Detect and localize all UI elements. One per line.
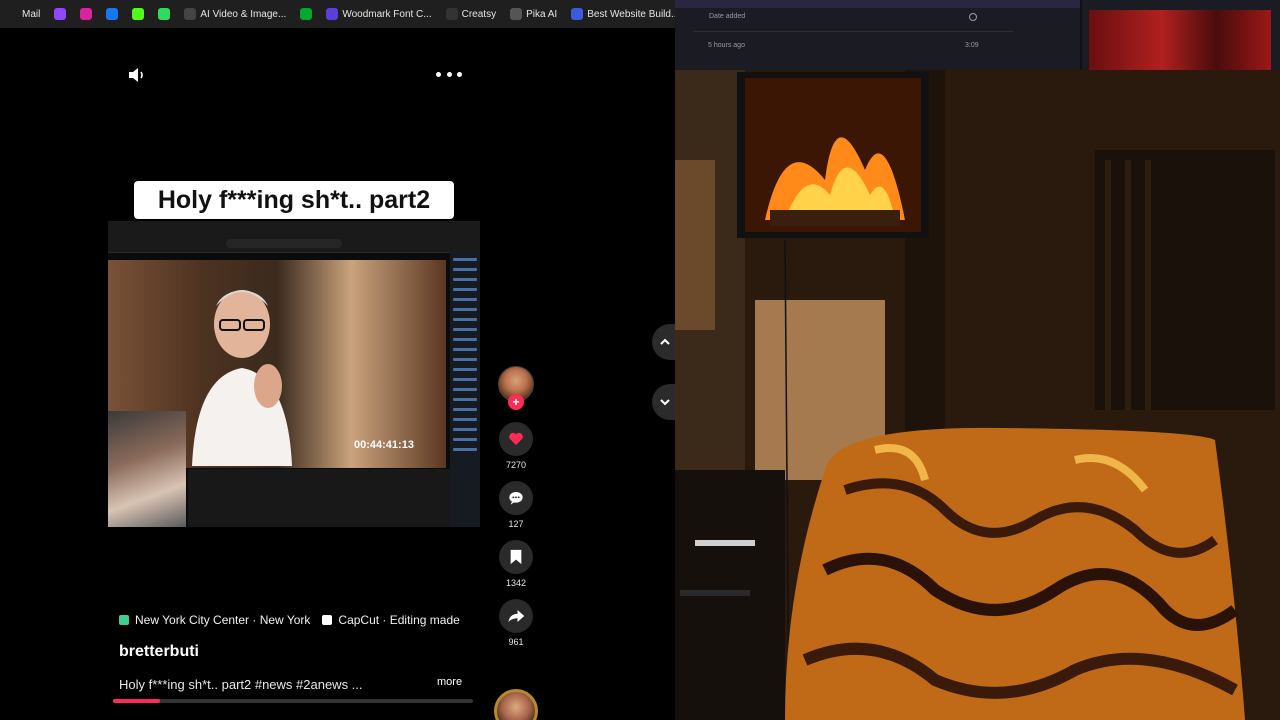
- bookmark-label: Woodmark Font C...: [342, 8, 432, 20]
- bookmark-item[interactable]: [296, 4, 316, 24]
- location-icon: [119, 615, 129, 625]
- share-count: 961: [508, 637, 524, 647]
- bookmark-label: AI Video & Image...: [200, 8, 287, 20]
- playlist-strip: Date added 5 hours ago 3:09: [675, 0, 1280, 70]
- embedded-browser-bar: [108, 221, 480, 253]
- d-icon: [158, 8, 171, 20]
- video-progress-bar[interactable]: [113, 699, 473, 703]
- room-camera-feed: [675, 70, 1280, 720]
- bookmark-item[interactable]: Creatsy: [442, 4, 500, 24]
- video-caption: Holy f***ing sh*t.. part2: [134, 181, 454, 219]
- date-added-header[interactable]: Date added: [709, 13, 745, 20]
- chevron-down-icon: [660, 399, 670, 406]
- timecode-label: 00:44:41:13: [354, 439, 414, 451]
- comment-button[interactable]: [499, 481, 533, 515]
- like-action: 7270: [496, 422, 536, 470]
- bookmark-item[interactable]: [50, 4, 70, 24]
- speaker-icon: [129, 68, 143, 82]
- bookmark-label: Best Website Build...: [587, 8, 675, 20]
- video-description: Holy f***ing sh*t.. part2 #news #2anews …: [119, 677, 363, 692]
- bookmark-label: Creatsy: [461, 8, 497, 20]
- progress-fill: [113, 699, 160, 703]
- bookmark-item[interactable]: [154, 4, 174, 24]
- bookmarks-bar: Mail AI Video & Image... Woodmark Font C..…: [0, 0, 675, 28]
- follow-button[interactable]: +: [508, 394, 524, 410]
- video-thumbnail[interactable]: [1089, 10, 1271, 70]
- share-action: 961: [496, 599, 536, 647]
- capcut-label: CapCut · Editing made: [338, 613, 460, 627]
- openai-icon: [184, 8, 197, 20]
- bookmark-label: Mail: [22, 8, 41, 20]
- kick-icon: [132, 8, 145, 20]
- bookmark-icon: [510, 549, 522, 565]
- facebook-icon: [106, 8, 119, 20]
- like-button[interactable]: [499, 422, 533, 456]
- more-link[interactable]: more: [437, 676, 462, 688]
- location-label: New York City Center · New York: [135, 613, 311, 627]
- playlist-header-band: [675, 0, 1080, 8]
- clock-icon: [969, 13, 977, 21]
- divider: [1080, 0, 1082, 70]
- music-disc-avatar[interactable]: [494, 689, 538, 720]
- share-button[interactable]: [499, 599, 533, 633]
- comment-icon: [509, 492, 523, 505]
- bookmark-item[interactable]: [76, 4, 96, 24]
- bookmark-item[interactable]: AI Video & Image...: [180, 4, 290, 24]
- dot-icon: [457, 71, 462, 77]
- embedded-search-bar: [226, 239, 342, 248]
- twitch-icon: [54, 8, 67, 20]
- bookmark-item[interactable]: Mail: [2, 4, 44, 24]
- more-options-button[interactable]: [436, 64, 462, 84]
- evernote-icon: [300, 8, 313, 20]
- dot-icon: [446, 71, 452, 77]
- author-username[interactable]: bretterbuti: [119, 643, 199, 661]
- pika-icon: [510, 8, 523, 20]
- comment-action: 127: [496, 481, 536, 529]
- save-action: 1342: [496, 540, 536, 588]
- capcut-chip[interactable]: CapCut · Editing made: [322, 613, 460, 627]
- divider: [693, 31, 1013, 32]
- like-count: 7270: [505, 460, 527, 470]
- builder-icon: [571, 8, 584, 20]
- woodmark-icon: [326, 8, 339, 20]
- location-chip[interactable]: New York City Center · New York: [119, 613, 310, 627]
- bookmark-item[interactable]: [128, 4, 148, 24]
- bookmark-button[interactable]: [499, 540, 533, 574]
- bookmark-item[interactable]: [102, 4, 122, 24]
- instagram-icon: [80, 8, 93, 20]
- bookmark-item[interactable]: Best Website Build...: [567, 4, 675, 24]
- video-tags: New York City Center · New York CapCut ·…: [119, 613, 460, 627]
- comment-count: 127: [508, 519, 524, 529]
- capcut-icon: [322, 615, 333, 625]
- heart-icon: [509, 432, 523, 445]
- streamer-camera: [108, 411, 186, 527]
- mute-button[interactable]: [126, 64, 148, 86]
- time-ago: 5 hours ago: [708, 42, 745, 49]
- embedded-transcript: [450, 251, 480, 527]
- room-scene: [675, 70, 1280, 720]
- video-frame[interactable]: 00:44:41:13: [108, 221, 480, 527]
- video-viewer: Holy f***ing sh*t.. part2 00:44:41:13 Ne…: [0, 28, 678, 720]
- bookmark-item[interactable]: Woodmark Font C...: [322, 4, 435, 24]
- save-count: 1342: [505, 578, 527, 588]
- share-icon: [508, 610, 525, 622]
- track-duration: 3:09: [965, 42, 979, 49]
- embedded-player-controls: [188, 469, 450, 527]
- bookmark-item[interactable]: Pika AI: [506, 4, 561, 24]
- chevron-up-icon: [660, 338, 670, 345]
- dot-icon: [436, 71, 441, 77]
- person-figure: [192, 290, 292, 466]
- mail-icon: [6, 8, 18, 20]
- bookmark-label: Pika AI: [526, 8, 558, 20]
- creatsy-icon: [445, 8, 458, 20]
